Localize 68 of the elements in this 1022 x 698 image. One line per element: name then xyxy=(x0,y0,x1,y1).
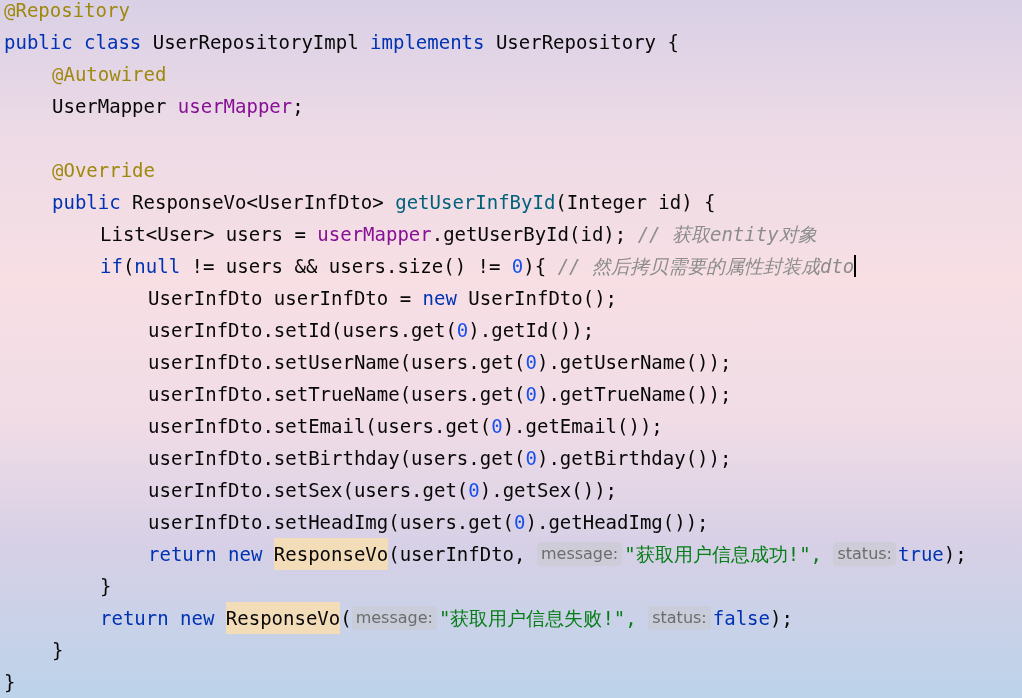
code-text: userInfDto.setBirthday(users.get( xyxy=(148,446,526,471)
code-text: } xyxy=(52,638,64,663)
code-text: (Integer id) { xyxy=(555,190,716,215)
code-text: ).getSex()); xyxy=(479,478,618,503)
code-keyword: null xyxy=(134,254,181,279)
code-keyword: new xyxy=(422,286,458,311)
number-literal: 0 xyxy=(511,254,524,279)
code-text: UserInfDto userInfDto = xyxy=(148,286,413,311)
code-text: ).getId()); xyxy=(468,318,595,343)
code-text: } xyxy=(4,670,16,695)
code-text: ){ xyxy=(523,254,548,279)
code-keyword: public class xyxy=(4,30,143,55)
code-text: ( xyxy=(340,606,352,631)
number-literal: 0 xyxy=(468,478,480,503)
code-text: List<User> users = xyxy=(100,222,307,247)
code-annotation: @Repository xyxy=(4,0,130,23)
code-comment: // 然后拷贝需要的属性封装成dto xyxy=(557,254,855,279)
code-keyword: true xyxy=(898,542,944,567)
code-text: ).getTrueName()); xyxy=(536,382,732,407)
code-text: ); xyxy=(769,606,793,631)
code-text: userInfDto.setId(users.get( xyxy=(148,318,457,343)
code-text: ).getHeadImg()); xyxy=(525,510,709,535)
code-text: (userInfDto, xyxy=(388,542,527,567)
code-text: ResponseVo<UserInfDto> xyxy=(132,190,385,215)
code-annotation: @Override xyxy=(52,158,155,183)
parameter-hint: status: xyxy=(833,542,896,566)
code-comment: // 获取entity对象 xyxy=(637,222,817,247)
code-text: userInfDto.setSex(users.get( xyxy=(148,478,469,503)
number-literal: 0 xyxy=(525,382,537,407)
code-keyword: implements xyxy=(370,30,486,55)
code-annotation: @Autowired xyxy=(52,62,167,87)
code-text: UserMapper xyxy=(52,94,168,119)
code-text: ).getBirthday()); xyxy=(536,446,732,471)
method-name: getUserInfById xyxy=(395,190,556,215)
code-text: ; xyxy=(292,94,304,119)
code-keyword: public xyxy=(52,190,122,215)
code-text: ).getEmail()); xyxy=(502,414,663,439)
string-literal: "获取用户信息失败!", xyxy=(439,606,638,631)
number-literal: 0 xyxy=(525,350,537,375)
number-literal: 0 xyxy=(525,446,537,471)
parameter-hint: message: xyxy=(536,542,623,566)
code-text: ).getUserName()); xyxy=(536,350,732,375)
code-text: ResponseVo xyxy=(273,538,389,570)
parameter-hint: message: xyxy=(351,606,437,630)
code-text: ResponseVo xyxy=(225,602,341,634)
code-text: userInfDto.setUserName(users.get( xyxy=(148,350,526,375)
number-literal: 0 xyxy=(491,414,503,439)
string-literal: "获取用户信息成功!", xyxy=(624,542,823,567)
code-text: userInfDto.setEmail(users.get( xyxy=(148,414,492,439)
code-text: UserInfDto(); xyxy=(468,286,618,311)
code-text: != users && users.size() != xyxy=(190,254,502,279)
code-text: } xyxy=(100,574,112,599)
code-text: UserRepository { xyxy=(495,30,679,55)
code-text: userInfDto.setHeadImg(users.get( xyxy=(148,510,515,535)
code-field: userMapper xyxy=(317,218,432,250)
code-keyword: if xyxy=(100,254,123,279)
code-keyword: return new xyxy=(100,606,216,631)
number-literal: 0 xyxy=(514,510,526,535)
code-text: ( xyxy=(122,254,135,279)
code-text: UserRepositoryImpl xyxy=(152,30,360,55)
code-keyword: return new xyxy=(148,542,264,567)
parameter-hint: status: xyxy=(648,606,711,630)
code-text: ); xyxy=(943,542,967,567)
code-text: userInfDto.setTrueName(users.get( xyxy=(148,382,526,407)
code-field: userMapper xyxy=(177,90,293,122)
code-keyword: false xyxy=(712,606,770,631)
code-text: .getUserById(id); xyxy=(431,222,628,247)
number-literal: 0 xyxy=(456,318,469,343)
